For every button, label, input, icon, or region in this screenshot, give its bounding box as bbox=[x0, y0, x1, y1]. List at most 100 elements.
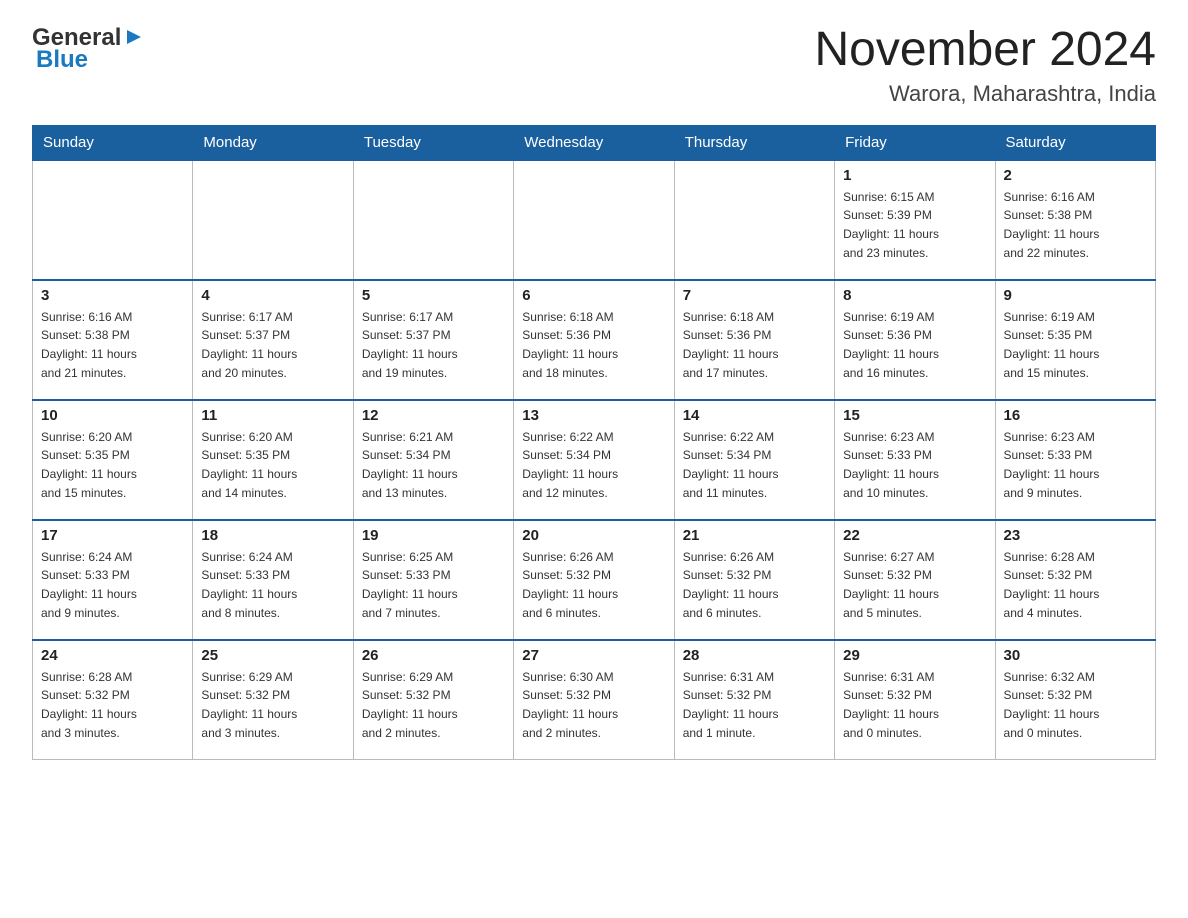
calendar-cell: 27 Sunrise: 6:30 AM Sunset: 5:32 PM Dayli… bbox=[514, 640, 674, 760]
day-info: Sunrise: 6:32 AM Sunset: 5:32 PM Dayligh… bbox=[1004, 668, 1147, 742]
page-header: General Blue November 2024 Warora, Mahar… bbox=[32, 24, 1156, 107]
day-number: 3 bbox=[41, 287, 184, 304]
day-info: Sunrise: 6:22 AM Sunset: 5:34 PM Dayligh… bbox=[683, 428, 826, 502]
calendar-cell: 9 Sunrise: 6:19 AM Sunset: 5:35 PM Daylig… bbox=[995, 280, 1155, 400]
calendar-cell bbox=[353, 160, 513, 280]
day-info: Sunrise: 6:31 AM Sunset: 5:32 PM Dayligh… bbox=[843, 668, 986, 742]
calendar-cell: 16 Sunrise: 6:23 AM Sunset: 5:33 PM Dayli… bbox=[995, 400, 1155, 520]
day-number: 2 bbox=[1004, 167, 1147, 184]
calendar-cell: 25 Sunrise: 6:29 AM Sunset: 5:32 PM Dayli… bbox=[193, 640, 353, 760]
day-number: 15 bbox=[843, 407, 986, 424]
calendar-cell: 10 Sunrise: 6:20 AM Sunset: 5:35 PM Dayli… bbox=[33, 400, 193, 520]
logo-arrow-icon bbox=[123, 26, 145, 48]
week-row-2: 3 Sunrise: 6:16 AM Sunset: 5:38 PM Daylig… bbox=[33, 280, 1156, 400]
day-number: 7 bbox=[683, 287, 826, 304]
day-number: 30 bbox=[1004, 647, 1147, 664]
day-number: 24 bbox=[41, 647, 184, 664]
day-number: 29 bbox=[843, 647, 986, 664]
weekday-header-wednesday: Wednesday bbox=[514, 125, 674, 160]
day-info: Sunrise: 6:19 AM Sunset: 5:36 PM Dayligh… bbox=[843, 308, 986, 382]
logo-area: General Blue bbox=[32, 24, 145, 74]
calendar-cell: 3 Sunrise: 6:16 AM Sunset: 5:38 PM Daylig… bbox=[33, 280, 193, 400]
day-number: 9 bbox=[1004, 287, 1147, 304]
weekday-header-friday: Friday bbox=[835, 125, 995, 160]
day-number: 1 bbox=[843, 167, 986, 184]
day-info: Sunrise: 6:21 AM Sunset: 5:34 PM Dayligh… bbox=[362, 428, 505, 502]
day-info: Sunrise: 6:16 AM Sunset: 5:38 PM Dayligh… bbox=[41, 308, 184, 382]
day-number: 27 bbox=[522, 647, 665, 664]
day-number: 26 bbox=[362, 647, 505, 664]
day-number: 28 bbox=[683, 647, 826, 664]
calendar-cell: 19 Sunrise: 6:25 AM Sunset: 5:33 PM Dayli… bbox=[353, 520, 513, 640]
day-info: Sunrise: 6:24 AM Sunset: 5:33 PM Dayligh… bbox=[41, 548, 184, 622]
calendar-cell: 20Sunrise: 6:26 AM Sunset: 5:32 PM Dayli… bbox=[514, 520, 674, 640]
title-area: November 2024 Warora, Maharashtra, India bbox=[814, 24, 1156, 107]
day-info: Sunrise: 6:20 AM Sunset: 5:35 PM Dayligh… bbox=[41, 428, 184, 502]
calendar-cell: 26 Sunrise: 6:29 AM Sunset: 5:32 PM Dayli… bbox=[353, 640, 513, 760]
calendar-cell: 4 Sunrise: 6:17 AM Sunset: 5:37 PM Daylig… bbox=[193, 280, 353, 400]
day-number: 18 bbox=[201, 527, 344, 544]
day-number: 23 bbox=[1004, 527, 1147, 544]
day-info: Sunrise: 6:17 AM Sunset: 5:37 PM Dayligh… bbox=[201, 308, 344, 382]
calendar-cell: 6 Sunrise: 6:18 AM Sunset: 5:36 PM Daylig… bbox=[514, 280, 674, 400]
day-info: Sunrise: 6:31 AM Sunset: 5:32 PM Dayligh… bbox=[683, 668, 826, 742]
day-number: 10 bbox=[41, 407, 184, 424]
logo: General Blue bbox=[32, 24, 145, 74]
calendar-cell: 12 Sunrise: 6:21 AM Sunset: 5:34 PM Dayli… bbox=[353, 400, 513, 520]
day-info: Sunrise: 6:30 AM Sunset: 5:32 PM Dayligh… bbox=[522, 668, 665, 742]
day-number: 19 bbox=[362, 527, 505, 544]
calendar-table: SundayMondayTuesdayWednesdayThursdayFrid… bbox=[32, 125, 1156, 761]
calendar-cell: 5Sunrise: 6:17 AM Sunset: 5:37 PM Daylig… bbox=[353, 280, 513, 400]
day-number: 11 bbox=[201, 407, 344, 424]
day-info: Sunrise: 6:24 AM Sunset: 5:33 PM Dayligh… bbox=[201, 548, 344, 622]
day-number: 25 bbox=[201, 647, 344, 664]
day-number: 14 bbox=[683, 407, 826, 424]
day-info: Sunrise: 6:23 AM Sunset: 5:33 PM Dayligh… bbox=[843, 428, 986, 502]
week-row-5: 24Sunrise: 6:28 AM Sunset: 5:32 PM Dayli… bbox=[33, 640, 1156, 760]
day-info: Sunrise: 6:15 AM Sunset: 5:39 PM Dayligh… bbox=[843, 188, 986, 262]
day-number: 6 bbox=[522, 287, 665, 304]
day-info: Sunrise: 6:25 AM Sunset: 5:33 PM Dayligh… bbox=[362, 548, 505, 622]
day-info: Sunrise: 6:22 AM Sunset: 5:34 PM Dayligh… bbox=[522, 428, 665, 502]
day-info: Sunrise: 6:29 AM Sunset: 5:32 PM Dayligh… bbox=[201, 668, 344, 742]
logo-blue: Blue bbox=[36, 46, 88, 74]
calendar-cell: 14 Sunrise: 6:22 AM Sunset: 5:34 PM Dayli… bbox=[674, 400, 834, 520]
day-info: Sunrise: 6:19 AM Sunset: 5:35 PM Dayligh… bbox=[1004, 308, 1147, 382]
day-info: Sunrise: 6:23 AM Sunset: 5:33 PM Dayligh… bbox=[1004, 428, 1147, 502]
calendar-cell: 30 Sunrise: 6:32 AM Sunset: 5:32 PM Dayli… bbox=[995, 640, 1155, 760]
calendar-cell bbox=[33, 160, 193, 280]
calendar-cell: 22Sunrise: 6:27 AM Sunset: 5:32 PM Dayli… bbox=[835, 520, 995, 640]
day-info: Sunrise: 6:18 AM Sunset: 5:36 PM Dayligh… bbox=[683, 308, 826, 382]
day-number: 12 bbox=[362, 407, 505, 424]
day-number: 17 bbox=[41, 527, 184, 544]
day-info: Sunrise: 6:27 AM Sunset: 5:32 PM Dayligh… bbox=[843, 548, 986, 622]
calendar-cell: 17 Sunrise: 6:24 AM Sunset: 5:33 PM Dayli… bbox=[33, 520, 193, 640]
day-info: Sunrise: 6:26 AM Sunset: 5:32 PM Dayligh… bbox=[522, 548, 665, 622]
calendar-cell: 29 Sunrise: 6:31 AM Sunset: 5:32 PM Dayli… bbox=[835, 640, 995, 760]
calendar-cell: 11 Sunrise: 6:20 AM Sunset: 5:35 PM Dayli… bbox=[193, 400, 353, 520]
day-info: Sunrise: 6:29 AM Sunset: 5:32 PM Dayligh… bbox=[362, 668, 505, 742]
week-row-3: 10 Sunrise: 6:20 AM Sunset: 5:35 PM Dayli… bbox=[33, 400, 1156, 520]
calendar-cell: 18 Sunrise: 6:24 AM Sunset: 5:33 PM Dayli… bbox=[193, 520, 353, 640]
day-info: Sunrise: 6:26 AM Sunset: 5:32 PM Dayligh… bbox=[683, 548, 826, 622]
calendar-cell: 1 Sunrise: 6:15 AM Sunset: 5:39 PM Daylig… bbox=[835, 160, 995, 280]
calendar-cell: 21 Sunrise: 6:26 AM Sunset: 5:32 PM Dayli… bbox=[674, 520, 834, 640]
calendar-cell: 23Sunrise: 6:28 AM Sunset: 5:32 PM Dayli… bbox=[995, 520, 1155, 640]
weekday-header-saturday: Saturday bbox=[995, 125, 1155, 160]
calendar-cell bbox=[193, 160, 353, 280]
calendar-cell bbox=[674, 160, 834, 280]
day-info: Sunrise: 6:16 AM Sunset: 5:38 PM Dayligh… bbox=[1004, 188, 1147, 262]
day-number: 21 bbox=[683, 527, 826, 544]
location-title: Warora, Maharashtra, India bbox=[814, 81, 1156, 107]
day-number: 13 bbox=[522, 407, 665, 424]
calendar-cell: 24Sunrise: 6:28 AM Sunset: 5:32 PM Dayli… bbox=[33, 640, 193, 760]
day-number: 4 bbox=[201, 287, 344, 304]
day-info: Sunrise: 6:20 AM Sunset: 5:35 PM Dayligh… bbox=[201, 428, 344, 502]
day-number: 16 bbox=[1004, 407, 1147, 424]
calendar-cell: 8Sunrise: 6:19 AM Sunset: 5:36 PM Daylig… bbox=[835, 280, 995, 400]
day-info: Sunrise: 6:18 AM Sunset: 5:36 PM Dayligh… bbox=[522, 308, 665, 382]
calendar-cell: 15 Sunrise: 6:23 AM Sunset: 5:33 PM Dayli… bbox=[835, 400, 995, 520]
week-row-1: 1 Sunrise: 6:15 AM Sunset: 5:39 PM Daylig… bbox=[33, 160, 1156, 280]
weekday-header-row: SundayMondayTuesdayWednesdayThursdayFrid… bbox=[33, 125, 1156, 160]
day-number: 5 bbox=[362, 287, 505, 304]
